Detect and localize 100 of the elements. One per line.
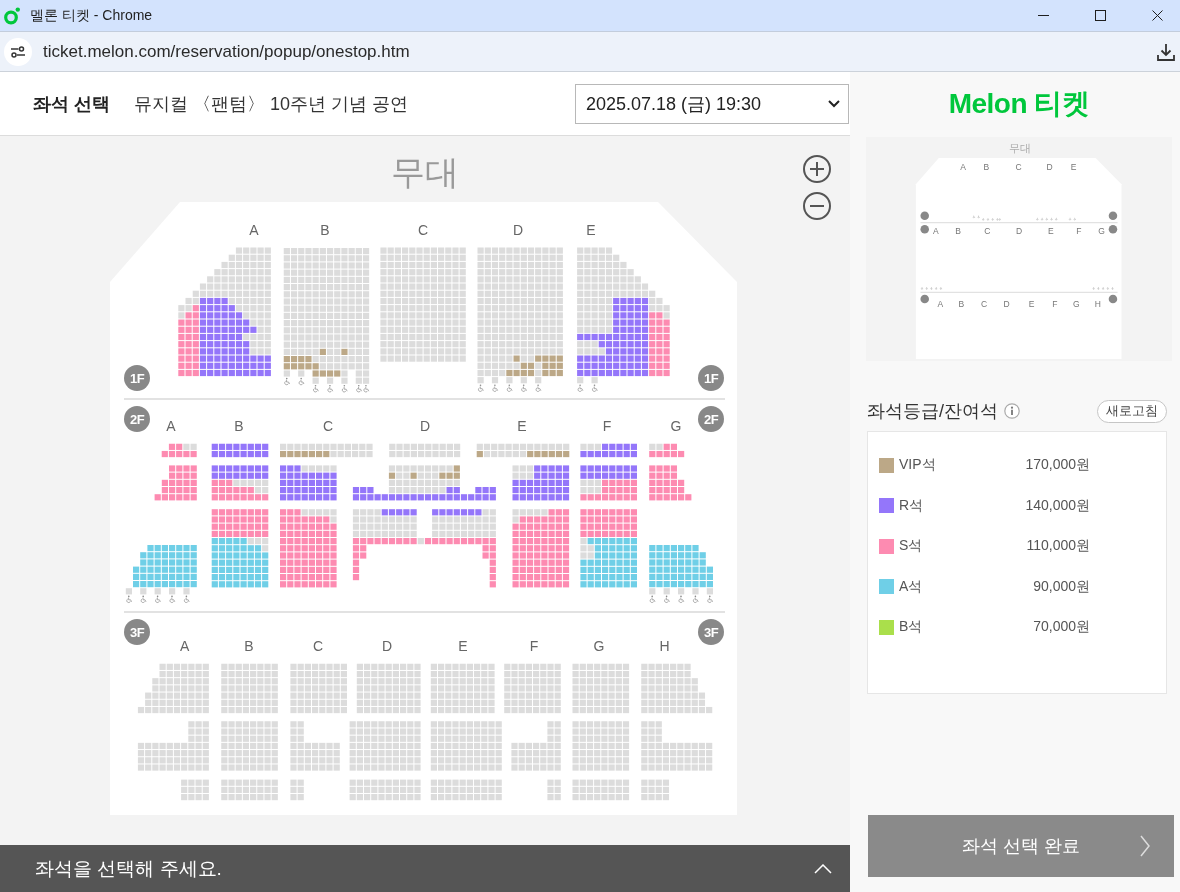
minus-icon	[810, 205, 824, 207]
seat-block[interactable]	[181, 779, 209, 801]
wheelchair-icon	[521, 384, 527, 392]
wheelchair-icon	[313, 385, 319, 393]
seat-block[interactable]	[580, 443, 637, 458]
seat-block[interactable]	[280, 443, 373, 458]
wheelchair-icon	[592, 384, 598, 392]
seat-block[interactable]	[430, 779, 502, 801]
seat-block[interactable]	[290, 663, 347, 714]
seat-block[interactable]	[430, 721, 502, 771]
minimap-section-label: C	[981, 298, 988, 309]
seat-block[interactable]	[572, 721, 630, 771]
seat-block[interactable]	[290, 721, 340, 771]
seat-block[interactable]	[641, 779, 670, 801]
wheelchair-icon	[577, 384, 584, 392]
grade-price: 140,000원	[1024, 496, 1090, 515]
seat-block[interactable]	[125, 545, 197, 595]
seat-block[interactable]	[641, 663, 713, 714]
seat-block[interactable]	[641, 721, 713, 771]
seat-block[interactable]	[649, 465, 692, 501]
seat-block[interactable]	[389, 443, 461, 458]
section-label: C	[417, 222, 429, 238]
zoom-in-button[interactable]	[803, 155, 831, 183]
seat-block[interactable]	[572, 779, 630, 801]
seat-block[interactable]	[547, 779, 561, 801]
minimap-section-label: H	[1094, 298, 1101, 309]
wheelchair-icon	[506, 384, 513, 392]
wheelchair-icon	[982, 217, 985, 221]
stage-label: 무대	[391, 153, 459, 191]
seat-block[interactable]	[580, 509, 637, 588]
wheelchair-icon	[284, 377, 290, 386]
seat-block[interactable]	[512, 509, 570, 588]
grade-name: B석	[899, 618, 924, 637]
site-info-button[interactable]	[4, 37, 32, 66]
wheelchair-icon	[169, 595, 176, 603]
grade-price: 170,000원	[1024, 456, 1090, 475]
seat-block[interactable]	[137, 663, 209, 714]
chevron-right-icon	[1140, 835, 1150, 857]
seat-block[interactable]	[137, 721, 209, 771]
seat-block[interactable]	[356, 663, 421, 714]
seat-block[interactable]	[380, 247, 466, 362]
seat-block[interactable]	[211, 509, 269, 588]
seat-block[interactable]	[221, 779, 278, 801]
seat-block[interactable]	[349, 721, 421, 771]
wheelchair-icon	[664, 595, 670, 603]
minimap-section-label: D	[1003, 298, 1010, 309]
wheelchair-icon	[492, 384, 499, 392]
address-field[interactable]: ticket.melon.com/reservation/popup/onestop.htm	[43, 41, 410, 62]
info-icon[interactable]	[1004, 403, 1020, 419]
refresh-button[interactable]: 새로고침	[1097, 399, 1167, 423]
seat-block[interactable]	[572, 663, 630, 714]
floor-badge: 2F	[124, 406, 150, 432]
wheelchair-icon	[940, 287, 943, 290]
plus-icon	[810, 162, 824, 176]
section-label: D	[419, 418, 431, 434]
seat-block[interactable]	[577, 247, 670, 384]
seat-block[interactable]	[283, 248, 370, 384]
melon-ticket-logo: Melon 티켓	[948, 87, 1090, 121]
minimap-section-label: A	[933, 226, 939, 237]
seat-minimap[interactable]: 무대 A B C D E A B C D E F G A B C D E F G H	[866, 137, 1172, 361]
seat-block[interactable]	[649, 545, 713, 595]
seat-block[interactable]	[476, 443, 570, 458]
seat-block[interactable]	[221, 663, 278, 714]
section-label: D	[381, 638, 393, 654]
minimap-section-label: B	[983, 162, 990, 173]
grade-name: S석	[899, 537, 924, 556]
zoom-out-button[interactable]	[803, 192, 831, 220]
seat-block[interactable]	[512, 465, 570, 501]
seat-block[interactable]	[349, 779, 421, 801]
seat-block[interactable]	[290, 779, 304, 801]
wheelchair-icon	[972, 215, 975, 219]
seat-block[interactable]	[477, 247, 563, 384]
seat-block[interactable]	[280, 465, 337, 501]
section-label: B	[320, 222, 330, 238]
seat-block[interactable]	[211, 465, 269, 501]
grade-price: 110,000원	[1025, 537, 1090, 556]
seat-block[interactable]	[161, 443, 197, 458]
seat-block[interactable]	[649, 443, 685, 458]
minimap-section-label: D	[1046, 162, 1053, 173]
seat-block[interactable]	[280, 509, 337, 588]
section-label: H	[659, 638, 670, 654]
seat-block[interactable]	[580, 465, 637, 501]
seat-block[interactable]	[511, 721, 561, 771]
seat-block[interactable]	[430, 663, 495, 714]
chevron-up-icon[interactable]	[814, 863, 832, 874]
date-select[interactable]: 2025.07.18 (금) 19:30	[575, 83, 849, 124]
seat-block[interactable]	[221, 721, 278, 771]
seat-block[interactable]	[504, 663, 561, 714]
seat-block[interactable]	[178, 247, 271, 377]
grade-panel-title: 좌석등급/잔여석	[867, 400, 998, 423]
seat-block[interactable]	[211, 443, 269, 458]
seat-block[interactable]	[352, 465, 496, 501]
seat-block[interactable]	[352, 509, 496, 588]
minimap-section-label: D	[1016, 226, 1023, 237]
wheelchair-icon	[1036, 217, 1039, 221]
seat-block[interactable]	[154, 465, 197, 501]
wheelchair-icon	[140, 595, 147, 603]
section-label: D	[512, 222, 524, 238]
tune-icon	[11, 45, 25, 58]
wheelchair-icon	[126, 595, 132, 603]
